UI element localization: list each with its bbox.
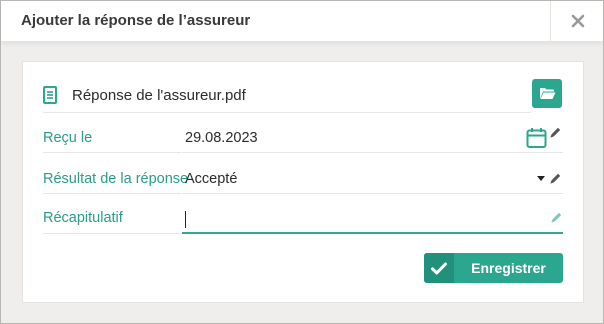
- divider: [43, 193, 181, 194]
- chevron-down-icon[interactable]: [537, 176, 545, 181]
- divider: [43, 152, 181, 153]
- result-label: Résultat de la réponse: [43, 171, 189, 187]
- summary-label: Récapitulatif: [43, 210, 123, 226]
- insurer-response-dialog: Ajouter la réponse de l’assureur Réponse…: [0, 0, 604, 324]
- result-select[interactable]: Accepté: [185, 171, 237, 187]
- dialog-header: Ajouter la réponse de l’assureur: [1, 1, 603, 42]
- divider: [43, 233, 181, 234]
- form-panel: Réponse de l'assureur.pdf Reçu le 29.08.…: [22, 61, 584, 303]
- pencil-icon[interactable]: [549, 126, 562, 139]
- check-icon: [431, 262, 447, 274]
- close-icon: [571, 14, 584, 28]
- pencil-icon[interactable]: [550, 211, 563, 224]
- received-date-input[interactable]: 29.08.2023: [185, 130, 258, 146]
- summary-textarea[interactable]: [182, 208, 563, 234]
- received-label: Reçu le: [43, 130, 93, 146]
- calendar-icon[interactable]: [526, 127, 547, 149]
- text-caret: [185, 211, 186, 228]
- browse-file-button[interactable]: [532, 79, 562, 108]
- divider: [182, 193, 563, 194]
- folder-icon: [539, 88, 555, 99]
- divider: [43, 112, 531, 113]
- divider: [182, 152, 563, 153]
- file-name-link[interactable]: Réponse de l'assureur.pdf: [72, 87, 246, 104]
- save-icon-box: [424, 253, 454, 283]
- pencil-icon[interactable]: [549, 172, 562, 185]
- save-button[interactable]: Enregistrer: [424, 253, 563, 283]
- close-button[interactable]: [550, 1, 604, 41]
- dialog-title: Ajouter la réponse de l’assureur: [21, 12, 251, 29]
- document-icon: [43, 86, 57, 104]
- save-button-label: Enregistrer: [471, 260, 546, 276]
